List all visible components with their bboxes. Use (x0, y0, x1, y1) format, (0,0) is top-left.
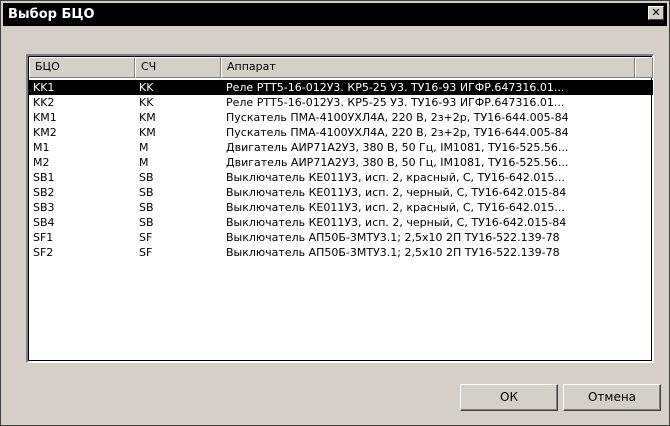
cell-bco: M1 (33, 141, 50, 154)
cell-bco: SF2 (33, 246, 54, 259)
table-row[interactable]: SB3 SB Выключатель КЕ011У3, исп. 2, красны… (29, 200, 653, 215)
title-bar[interactable]: Выбор БЦО ✕ (3, 3, 667, 26)
cell-device: Пускатель ПМА-4100УХЛ4А, 220 В, 2з+2р, Т… (226, 126, 569, 139)
cell-device: Выключатель КЕ011У3, исп. 2, черный, С, … (226, 216, 567, 229)
table-row[interactable]: SB4 SB Выключатель КЕ011У3, исп. 2, черный… (29, 215, 653, 230)
cell-device: Реле РТТ5-16-012У3. КР5-25 У3. ТУ16-93 И… (226, 96, 565, 109)
close-icon[interactable]: ✕ (648, 6, 664, 20)
cell-device: Двигатель АИР71А2У3, 380 В, 50 Гц, IM108… (226, 141, 569, 154)
dialog-title: Выбор БЦО (8, 7, 95, 22)
cancel-button[interactable]: Отмена (563, 384, 661, 411)
table-row[interactable]: KK1 KK Реле РТТ5-16-012У3. КР5-25 У3. ТУ16… (29, 80, 653, 95)
cell-sch: SF (139, 231, 153, 244)
column-header-device[interactable]: Аппарат (221, 57, 635, 78)
cell-device: Реле РТТ5-16-012У3. КР5-25 У3. ТУ16-93 И… (226, 81, 565, 94)
cell-sch: SB (139, 216, 154, 229)
cell-device: Пускатель ПМА-4100УХЛ4А, 220 В, 2з+2р, Т… (226, 111, 569, 124)
cell-sch: SB (139, 171, 154, 184)
cell-bco: KM1 (33, 111, 57, 124)
table-row[interactable]: KM2 KM Пускатель ПМА-4100УХЛ4А, 220 В, 2з+… (29, 125, 653, 140)
cell-device: Выключатель АП50Б-3МТУ3.1; 2,5х10 2П ТУ1… (226, 246, 560, 259)
table-row[interactable]: M2 M Двигатель АИР71А2У3, 380 В, 50 Гц, IM… (29, 155, 653, 170)
cell-sch: KK (139, 81, 154, 94)
cell-device: Выключатель АП50Б-3МТУ3.1; 2,5х10 2П ТУ1… (226, 231, 560, 244)
table-row[interactable]: KM1 KM Пускатель ПМА-4100УХЛ4А, 220 В, 2з+… (29, 110, 653, 125)
table-row[interactable]: M1 M Двигатель АИР71А2У3, 380 В, 50 Гц, IM… (29, 140, 653, 155)
cell-sch: M (139, 156, 149, 169)
table-row[interactable]: SB1 SB Выключатель КЕ011У3, исп. 2, красны… (29, 170, 653, 185)
cell-sch: KM (139, 126, 156, 139)
cell-sch: SF (139, 246, 153, 259)
cell-device: Двигатель АИР71А2У3, 380 В, 50 Гц, IM108… (226, 156, 569, 169)
cell-bco: M2 (33, 156, 50, 169)
bco-list-view[interactable]: БЦО СЧ Аппарат KK1 KK Реле РТТ5-16-012У3. … (26, 54, 654, 363)
cell-bco: KK1 (33, 81, 55, 94)
table-row[interactable]: SF2 SF Выключатель АП50Б-3МТУ3.1; 2,5х10 2… (29, 245, 653, 260)
cell-bco: SF1 (33, 231, 54, 244)
column-header-bco[interactable]: БЦО (29, 57, 135, 78)
cell-bco: KM2 (33, 126, 57, 139)
list-header: БЦО СЧ Аппарат (29, 57, 653, 78)
cell-bco: SB3 (33, 201, 55, 214)
cell-sch: SB (139, 186, 154, 199)
table-row[interactable]: SB2 SB Выключатель КЕ011У3, исп. 2, черный… (29, 185, 653, 200)
cell-sch: KK (139, 96, 154, 109)
cell-sch: SB (139, 201, 154, 214)
cell-sch: KM (139, 111, 156, 124)
list-rows: KK1 KK Реле РТТ5-16-012У3. КР5-25 У3. ТУ16… (29, 80, 653, 260)
table-row[interactable]: SF1 SF Выключатель АП50Б-3МТУ3.1; 2,5х10 2… (29, 230, 653, 245)
column-header-sch[interactable]: СЧ (135, 57, 221, 78)
cell-sch: M (139, 141, 149, 154)
select-bco-dialog: Выбор БЦО ✕ БЦО СЧ Аппарат KK1 KK Реле РТТ… (0, 0, 670, 426)
cell-bco: SB1 (33, 171, 55, 184)
cell-device: Выключатель КЕ011У3, исп. 2, красный, С,… (226, 201, 565, 214)
cell-bco: KK2 (33, 96, 55, 109)
cell-device: Выключатель КЕ011У3, исп. 2, красный, С,… (226, 171, 565, 184)
cell-bco: SB2 (33, 186, 55, 199)
ok-button[interactable]: ОК (460, 384, 558, 411)
column-header-spacer (635, 57, 653, 78)
cell-bco: SB4 (33, 216, 55, 229)
cell-device: Выключатель КЕ011У3, исп. 2, черный, С, … (226, 186, 567, 199)
table-row[interactable]: KK2 KK Реле РТТ5-16-012У3. КР5-25 У3. ТУ16… (29, 95, 653, 110)
